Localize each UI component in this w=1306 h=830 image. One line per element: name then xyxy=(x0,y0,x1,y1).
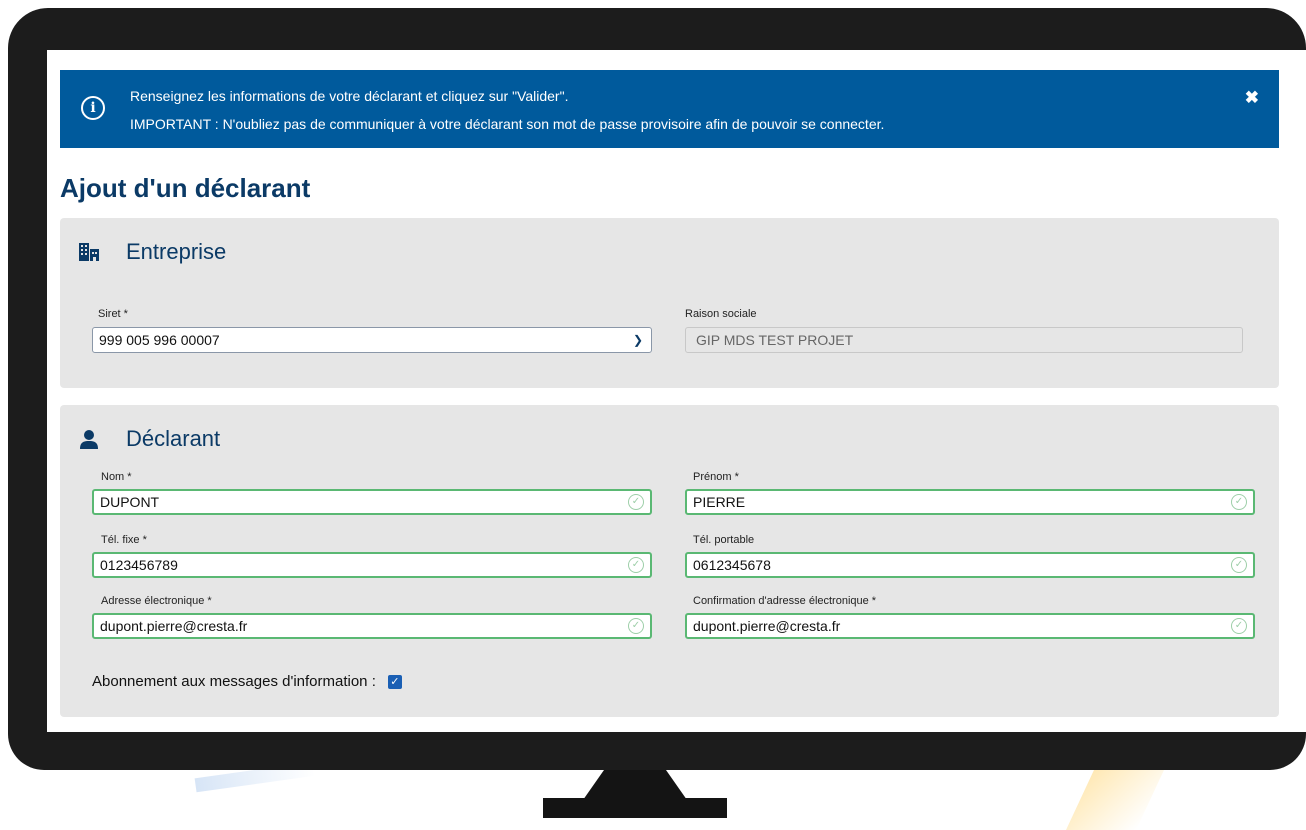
raison-sociale-field: GIP MDS TEST PROJET xyxy=(685,327,1243,353)
tel-portable-value: 0612345678 xyxy=(693,557,771,573)
prenom-label: Prénom * xyxy=(693,471,739,483)
subscription-label: Abonnement aux messages d'information : xyxy=(92,673,376,690)
valid-check-icon: ✓ xyxy=(1231,494,1247,510)
nom-input[interactable]: DUPONT ✓ xyxy=(92,489,652,515)
email-confirm-value: dupont.pierre@cresta.fr xyxy=(693,618,841,634)
tel-portable-input[interactable]: 0612345678 ✓ xyxy=(685,552,1255,578)
email-input[interactable]: dupont.pierre@cresta.fr ✓ xyxy=(92,613,652,639)
valid-check-icon: ✓ xyxy=(628,618,644,634)
subscription-checkbox[interactable]: ✓ xyxy=(387,674,402,689)
valid-check-icon: ✓ xyxy=(1231,557,1247,573)
banner-message: Renseignez les informations de votre déc… xyxy=(130,88,569,104)
email-label: Adresse électronique * xyxy=(101,595,212,607)
close-icon[interactable]: ✖ xyxy=(1245,88,1259,108)
prenom-input[interactable]: PIERRE ✓ xyxy=(685,489,1255,515)
entreprise-title: Entreprise xyxy=(126,239,227,264)
tel-fixe-label: Tél. fixe * xyxy=(101,534,147,546)
siret-value: 999 005 996 00007 xyxy=(99,332,220,348)
building-icon xyxy=(79,243,99,261)
tel-fixe-input[interactable]: 0123456789 ✓ xyxy=(92,552,652,578)
entreprise-section: Entreprise Siret * 999 005 996 00007 ❯ R… xyxy=(60,218,1279,388)
email-confirm-label: Confirmation d'adresse électronique * xyxy=(693,595,877,607)
tel-fixe-value: 0123456789 xyxy=(100,557,178,573)
info-icon: i xyxy=(81,96,105,120)
entreprise-header: Entreprise xyxy=(78,236,226,268)
info-banner: i Renseignez les informations de votre d… xyxy=(60,70,1279,148)
siret-label: Siret * xyxy=(98,308,128,320)
declarant-title: Déclarant xyxy=(126,426,221,451)
page-title: Ajout d'un déclarant xyxy=(60,173,311,203)
background-decoration xyxy=(1066,770,1164,830)
tel-portable-label: Tél. portable xyxy=(693,534,755,546)
declarant-header: Déclarant xyxy=(78,423,220,455)
chevron-down-icon: ❯ xyxy=(632,333,643,347)
valid-check-icon: ✓ xyxy=(628,557,644,573)
user-icon xyxy=(80,430,98,449)
raison-sociale-label: Raison sociale xyxy=(685,308,757,320)
valid-check-icon: ✓ xyxy=(628,494,644,510)
email-confirm-input[interactable]: dupont.pierre@cresta.fr ✓ xyxy=(685,613,1255,639)
valid-check-icon: ✓ xyxy=(1231,618,1247,634)
nom-value: DUPONT xyxy=(100,494,160,510)
prenom-value: PIERRE xyxy=(693,494,746,510)
banner-important-message: IMPORTANT : N'oubliez pas de communiquer… xyxy=(130,116,885,132)
monitor-screen: i Renseignez les informations de votre d… xyxy=(47,50,1306,732)
subscription-row: Abonnement aux messages d'information : … xyxy=(92,673,402,690)
email-value: dupont.pierre@cresta.fr xyxy=(100,618,248,634)
siret-select[interactable]: 999 005 996 00007 ❯ xyxy=(92,327,652,353)
declarant-section: Déclarant Nom * DUPONT ✓ Prénom * PIERRE… xyxy=(60,405,1279,717)
nom-label: Nom * xyxy=(101,471,132,483)
